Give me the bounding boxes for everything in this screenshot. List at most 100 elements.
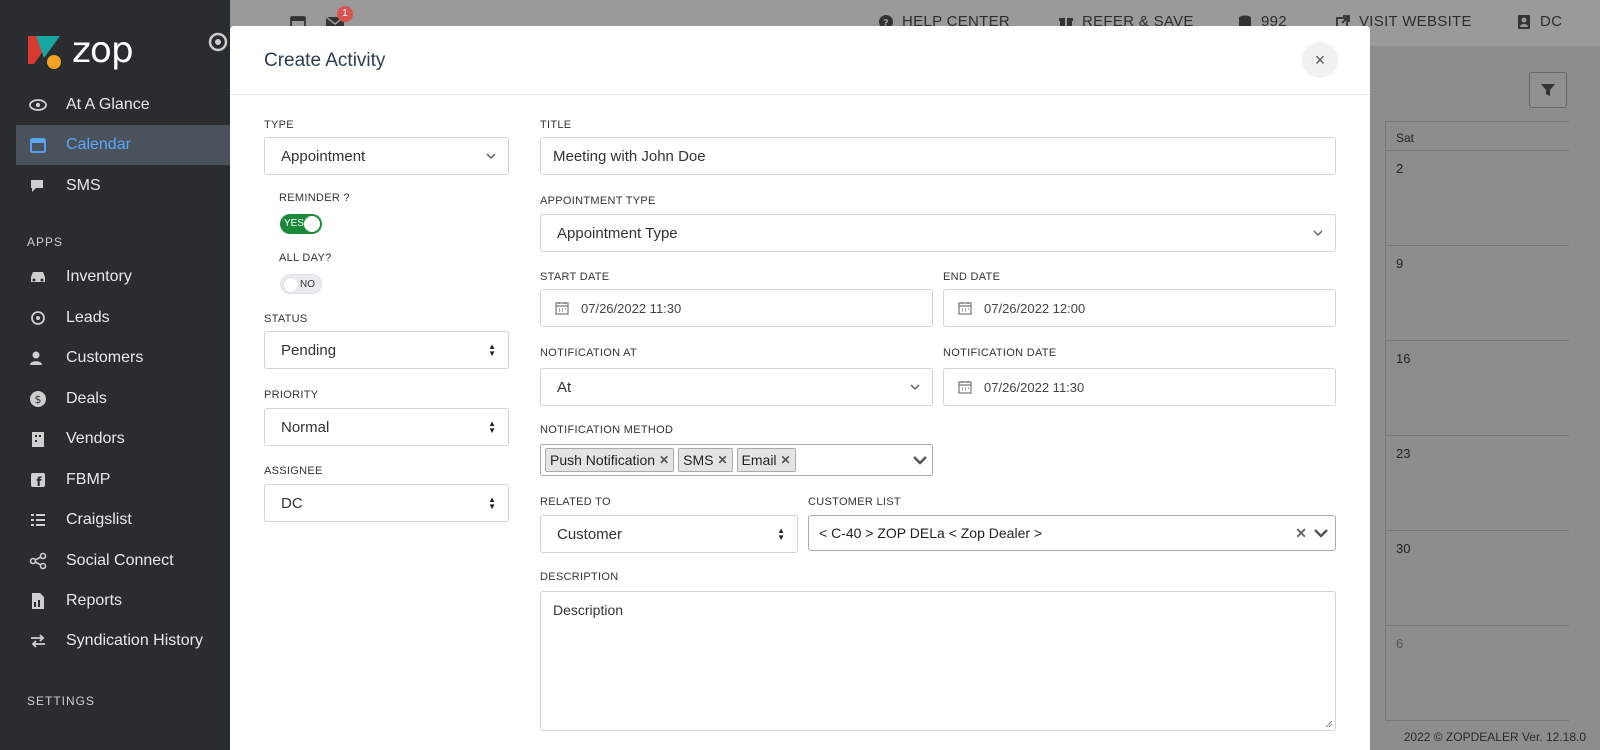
calendar-day-header: Sat [1386,121,1569,151]
clear-icon[interactable]: ✕ [1295,525,1307,542]
appointment-type-select[interactable]: Appointment Type [540,214,1336,252]
sidebar-item-customers[interactable]: Customers [16,338,230,378]
sidebar-item-calendar[interactable]: Calendar [16,125,230,165]
tag-email: Email ✕ [736,448,796,472]
sidebar-item-label: FBMP [66,471,111,488]
start-date-input[interactable]: 07/26/2022 11:30 [540,289,933,327]
calendar-icon [555,302,569,315]
sidebar-item-reports[interactable]: Reports [16,581,230,621]
all-day-toggle[interactable]: NO [280,274,322,294]
calendar-day-cell[interactable]: 9 [1386,246,1569,341]
sidebar-item-label: Reports [66,592,123,609]
user-initials: DC [1540,13,1563,30]
sidebar-item-label: Craigslist [66,511,132,528]
calendar-icon [958,302,972,315]
sidebar-item-label: Inventory [66,268,132,285]
notification-badge: 1 [337,6,353,22]
reminder-toggle[interactable]: YES [280,214,322,234]
sidebar-item-craigslist[interactable]: Craigslist [16,500,230,540]
notification-at-label: NOTIFICATION AT [540,347,637,359]
zop-logo[interactable]: zop [24,30,134,71]
toggle-sidebar-icon[interactable] [208,32,228,52]
user-menu[interactable]: DC [1516,13,1562,30]
assignee-label: ASSIGNEE [264,465,323,477]
chevron-down-icon [1313,230,1323,236]
list-icon [28,510,48,530]
sidebar-item-fbmp[interactable]: f FBMP [16,460,230,500]
sidebar-item-social-connect[interactable]: Social Connect [16,541,230,581]
status-label: STATUS [264,313,308,325]
start-date-value: 07/26/2022 11:30 [581,300,682,316]
related-to-select[interactable]: Customer ▲ ▼ [540,515,798,553]
notification-method-label: NOTIFICATION METHOD [540,424,674,436]
resize-grip-icon[interactable] [1323,718,1333,728]
calendar-saturday-column: Sat 2 9 16 23 30 6 [1385,121,1569,721]
remove-tag-icon[interactable]: ✕ [659,453,669,467]
assignee-value: DC [281,494,303,512]
svg-text:f: f [36,475,42,488]
sidebar-item-label: Calendar [66,136,131,153]
appointment-type-label: APPOINTMENT TYPE [540,195,656,207]
description-textarea[interactable]: Description [540,591,1336,731]
close-button[interactable]: × [1302,42,1338,78]
type-select[interactable]: Appointment [264,137,509,175]
settings-heading: SETTINGS [27,694,96,708]
notification-at-select[interactable]: At [540,368,933,406]
calendar-day-cell[interactable]: 2 [1386,151,1569,246]
toggle-knob [304,216,320,232]
sidebar-item-syndication-history[interactable]: Syndication History [16,621,230,661]
remove-tag-icon[interactable]: ✕ [781,453,791,467]
notification-date-input[interactable]: 07/26/2022 11:30 [943,368,1336,406]
sidebar-item-inventory[interactable]: Inventory [16,257,230,297]
facebook-icon: f [28,470,48,490]
sidebar-item-deals[interactable]: $ Deals [16,379,230,419]
notification-method-multiselect[interactable]: Push Notification ✕ SMS ✕ Email ✕ [540,444,933,476]
svg-text:$: $ [35,393,42,406]
all-day-state: NO [300,279,315,290]
end-date-input[interactable]: 07/26/2022 12:00 [943,289,1336,327]
filter-button[interactable] [1529,72,1567,108]
calendar-day-cell[interactable]: 16 [1386,341,1569,436]
assignee-select[interactable]: DC ▲ ▼ [264,484,509,522]
sidebar-item-at-a-glance[interactable]: At A Glance [16,85,230,125]
apps-heading: APPS [27,235,64,249]
remove-tag-icon[interactable]: ✕ [717,453,727,467]
sidebar-item-vendors[interactable]: Vendors [16,419,230,459]
title-input[interactable]: Meeting with John Doe [540,137,1336,175]
status-value: Pending [281,341,337,359]
calendar-day-cell[interactable]: 23 [1386,436,1569,531]
zop-logo-mark-icon [28,35,61,69]
visit-website-label: VISIT WEBSITE [1359,13,1472,30]
sidebar-item-label: SMS [66,177,101,194]
notification-date-label: NOTIFICATION DATE [943,347,1057,359]
chat-icon [28,176,48,196]
tag-label: Email [741,452,777,468]
reminder-state: YES [284,218,305,229]
description-placeholder: Description [553,602,624,618]
user-badge-icon [1518,14,1530,29]
status-select[interactable]: Pending ▲ ▼ [264,331,509,369]
calendar-day-cell[interactable]: 30 [1386,531,1569,626]
sort-arrows-icon: ▲ ▼ [488,342,496,358]
sort-arrows-icon: ▲ ▼ [488,495,496,511]
title-label: TITLE [540,119,572,131]
dollar-icon: $ [28,389,48,409]
building-icon [28,429,48,449]
sidebar-item-label: Syndication History [66,632,203,649]
share-icon [28,551,48,571]
start-date-label: START DATE [540,271,610,283]
sort-arrows-icon: ▲ ▼ [777,526,785,542]
customer-list-select[interactable]: < C-40 > ZOP DELa < Zop Dealer > ✕ [808,515,1336,551]
calendar-day-cell[interactable]: 6 [1386,626,1569,721]
tag-push-notification: Push Notification ✕ [545,448,675,472]
sidebar-item-sms[interactable]: SMS [16,166,230,206]
sidebar-item-label: Deals [66,390,107,407]
priority-select[interactable]: Normal ▲ ▼ [264,408,509,446]
sidebar-item-leads[interactable]: Leads [16,298,230,338]
related-to-label: RELATED TO [540,496,611,508]
eye-icon [28,95,48,115]
logo-text: zop [72,30,134,71]
reminder-label: REMINDER ? [279,192,350,204]
chevron-down-icon [913,456,927,465]
filter-icon [1541,84,1555,96]
